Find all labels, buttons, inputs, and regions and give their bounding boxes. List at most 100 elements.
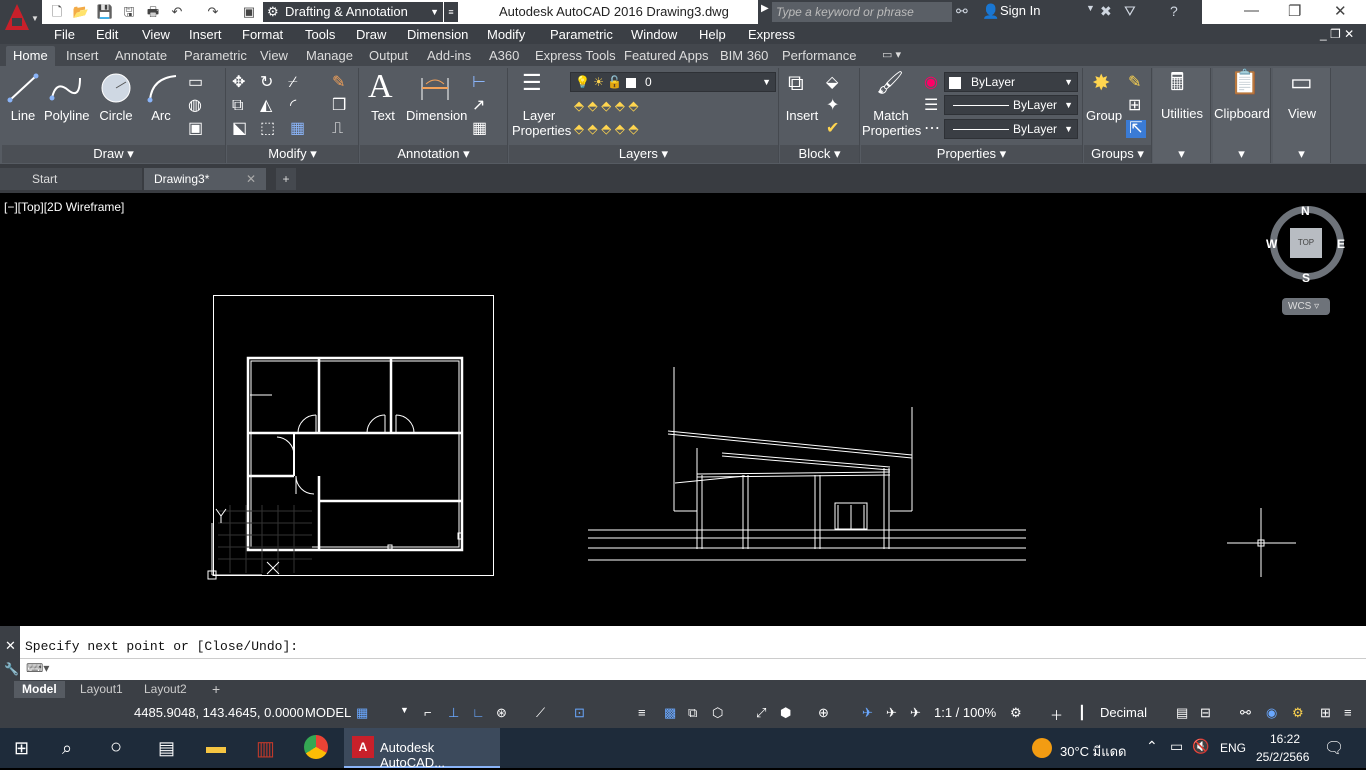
edit-block-icon[interactable]: ✦: [826, 97, 839, 115]
customize-qat-button[interactable]: ≡: [444, 2, 458, 22]
annotation-plus-icon[interactable]: ＋: [1050, 705, 1063, 724]
units-icon[interactable]: ⬢: [780, 705, 791, 721]
task-view-icon[interactable]: ▤: [158, 738, 175, 759]
create-block-icon[interactable]: ⬙: [826, 74, 838, 92]
clean-screen-icon[interactable]: ⚙: [1292, 705, 1304, 721]
search-icon[interactable]: ⌕: [62, 738, 72, 759]
modify-panel-label[interactable]: Modify ▾: [227, 145, 358, 163]
restore-icon[interactable]: ❐: [1288, 2, 1301, 20]
hatch-icon[interactable]: ◍: [188, 97, 202, 115]
selection-cycling-icon[interactable]: ⧉: [688, 705, 697, 721]
command-icon[interactable]: ⌨▾: [26, 661, 49, 675]
annotation-visibility-icon[interactable]: ✈: [862, 705, 873, 721]
block-panel-label[interactable]: Block ▾: [780, 145, 859, 163]
polar-tracking-icon[interactable]: ⊛: [496, 705, 507, 721]
sign-in-button[interactable]: Sign In: [1000, 3, 1040, 18]
menu-parametric[interactable]: Parametric: [550, 27, 613, 42]
tab-home[interactable]: Home: [6, 46, 55, 67]
plot-icon[interactable]: 🖶: [144, 3, 162, 21]
polyline-button[interactable]: Polyline: [44, 108, 90, 123]
tab-performance[interactable]: Performance: [782, 48, 856, 63]
groups-panel-label[interactable]: Groups ▾: [1084, 145, 1151, 163]
menu-dimension[interactable]: Dimension: [407, 27, 468, 42]
clock-date[interactable]: 25/2/2566: [1256, 750, 1309, 764]
units-selector[interactable]: Decimal: [1100, 705, 1147, 720]
ortho-icon[interactable]: ∟: [472, 705, 485, 720]
circle-icon[interactable]: [100, 72, 134, 104]
customization-icon[interactable]: ≡: [1344, 705, 1352, 720]
linear-dim-icon[interactable]: ⊢: [472, 74, 486, 92]
compass-north[interactable]: N: [1301, 204, 1310, 218]
compass-east[interactable]: E: [1337, 237, 1345, 251]
save-as-icon[interactable]: 🖫: [120, 3, 138, 21]
menu-draw[interactable]: Draw: [356, 27, 386, 42]
annotation-scale-icon[interactable]: ✈: [910, 705, 921, 721]
tab-parametric[interactable]: Parametric: [184, 48, 247, 63]
group-edit-icon[interactable]: ⊞: [1128, 97, 1141, 115]
menu-file[interactable]: File: [54, 27, 75, 42]
cortana-icon[interactable]: ○: [110, 736, 122, 759]
group-icon[interactable]: ✸: [1092, 72, 1110, 94]
layer-tools-row-1[interactable]: ⬘ ⬘ ⬘ ⬘ ⬘: [574, 97, 638, 115]
region-icon[interactable]: ▣: [188, 120, 203, 138]
share-icon[interactable]: ▣: [240, 3, 258, 21]
viewcube-top-face[interactable]: TOP: [1290, 228, 1322, 258]
menu-help[interactable]: Help: [699, 27, 726, 42]
arc-icon[interactable]: [146, 72, 180, 104]
volume-icon[interactable]: 🔇: [1192, 738, 1209, 755]
lineweight-dropdown[interactable]: ByLayer ▼: [944, 119, 1078, 139]
wrench-icon[interactable]: 🔧: [4, 662, 19, 676]
doc-window-controls[interactable]: _ ❐ ✕: [1320, 27, 1354, 41]
weather-text[interactable]: 30°C มีแดด: [1060, 741, 1127, 762]
fillet-icon[interactable]: ◜: [290, 97, 296, 115]
lineweight-toggle-icon[interactable]: ≡: [638, 705, 646, 720]
ribbon-options-icon[interactable]: ▭ ▾: [882, 48, 901, 61]
search-input[interactable]: Type a keyword or phrase: [772, 2, 952, 22]
group-selection-icon[interactable]: ⇱: [1126, 120, 1146, 138]
chrome-icon[interactable]: [304, 735, 328, 759]
layer-dropdown[interactable]: 💡 ☀ 🔓 0 ▼: [570, 72, 776, 92]
color-dropdown[interactable]: ByLayer ▼: [944, 72, 1078, 92]
undo-icon[interactable]: ↶: [168, 3, 186, 21]
tab-view[interactable]: View: [260, 48, 288, 63]
infer-constraints-icon[interactable]: ⊥: [448, 705, 459, 721]
table-icon[interactable]: ▦: [472, 120, 487, 138]
layout-tab-layout1[interactable]: Layout1: [72, 681, 131, 698]
menu-modify[interactable]: Modify: [487, 27, 525, 42]
tab-express-tools[interactable]: Express Tools: [535, 48, 616, 63]
menu-view[interactable]: View: [142, 27, 170, 42]
rectangle-icon[interactable]: ▭: [188, 74, 203, 92]
move-icon[interactable]: ✥: [232, 74, 245, 92]
open-file-icon[interactable]: 📂: [72, 3, 90, 21]
erase-icon[interactable]: ✎: [332, 74, 345, 92]
dimension-button[interactable]: Dimension: [406, 108, 467, 123]
save-icon[interactable]: 💾: [96, 3, 114, 21]
array-icon[interactable]: ▦: [290, 120, 305, 138]
autodesk-a360-icon[interactable]: ⛛: [1124, 3, 1136, 20]
3d-osnap-icon[interactable]: ⬡: [712, 705, 723, 721]
offset-icon[interactable]: ⎍: [332, 120, 343, 138]
close-icon[interactable]: ✕: [5, 638, 16, 654]
clipboard-button[interactable]: Clipboard: [1214, 106, 1270, 121]
utilities-expand[interactable]: ▾: [1153, 145, 1210, 163]
new-tab-button[interactable]: +: [276, 168, 296, 190]
layer-properties-button[interactable]: Layer Properties: [512, 108, 571, 138]
compass-south[interactable]: S: [1302, 271, 1310, 285]
workspace-switch-icon[interactable]: ⚙: [1010, 705, 1022, 721]
layout-tab-model[interactable]: Model: [14, 681, 65, 698]
match-properties-icon[interactable]: 🖌: [876, 72, 904, 94]
block-attribute-icon[interactable]: ✔: [826, 120, 839, 138]
menu-tools[interactable]: Tools: [305, 27, 335, 42]
tab-a360[interactable]: A360: [489, 48, 519, 63]
chevron-down-icon[interactable]: ▼: [1086, 3, 1095, 13]
layout-tab-layout2[interactable]: Layout2: [136, 681, 195, 698]
fullscreen-icon[interactable]: ⊞: [1320, 705, 1331, 721]
quick-properties-icon[interactable]: ⊕: [818, 705, 829, 721]
layer-properties-icon[interactable]: ☰: [522, 72, 542, 94]
stretch-icon[interactable]: ⬕: [232, 120, 247, 138]
new-file-icon[interactable]: 🗋: [48, 3, 66, 21]
exchange-apps-icon[interactable]: ✖: [1100, 3, 1112, 20]
tab-add-ins[interactable]: Add-ins: [427, 48, 471, 63]
wcs-menu[interactable]: WCS ▿: [1282, 298, 1330, 315]
match-properties-button[interactable]: Match Properties: [862, 108, 921, 138]
